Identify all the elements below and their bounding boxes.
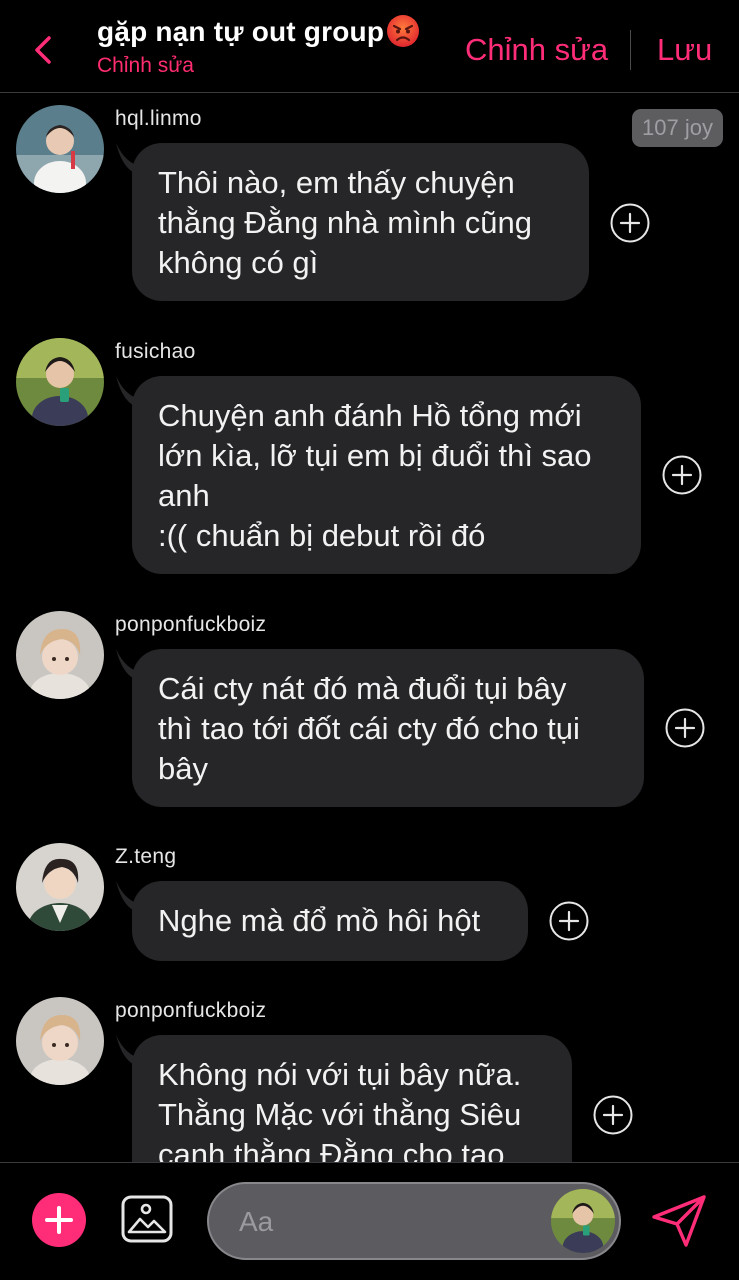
message-bubble[interactable]: Không nói với tụi bây nữa. Thằng Mặc với… [132, 1035, 572, 1162]
avatar-person-white-outfit-icon [16, 105, 104, 193]
username: ponponfuckboiz [115, 999, 267, 1022]
joy-count-badge: 107 joy [632, 109, 723, 147]
composer-avatar[interactable] [551, 1189, 615, 1253]
message-list[interactable]: 107 joy hql.linmo Thôi nào, em thấy chuy… [0, 93, 739, 1162]
avatar[interactable] [16, 105, 104, 193]
image-icon [121, 1195, 173, 1243]
avatar[interactable] [16, 338, 104, 426]
back-button[interactable] [26, 30, 62, 70]
page-title: gặp nạn tự out group [97, 14, 420, 48]
avatar-person-light-hair-icon [16, 997, 104, 1085]
chat-header: gặp nạn tự out group Chỉnh sửa Chỉnh sửa… [0, 0, 739, 92]
avatar[interactable] [16, 997, 104, 1085]
subtitle-edit-link[interactable]: Chỉnh sửa [97, 54, 420, 78]
plus-circle-icon[interactable] [665, 708, 705, 748]
avatar-person-light-hair-icon [16, 611, 104, 699]
save-button[interactable]: Lưu [657, 32, 712, 68]
image-button[interactable] [120, 1194, 174, 1244]
angry-face-icon [387, 15, 420, 47]
username: fusichao [115, 340, 196, 363]
chevron-left-icon [35, 36, 51, 64]
avatar-person-holding-drink-icon [16, 338, 104, 426]
plus-circle-icon[interactable] [610, 203, 650, 243]
header-separator [630, 30, 631, 70]
title-block: gặp nạn tự out group Chỉnh sửa [97, 14, 420, 78]
message-bubble[interactable]: Cái cty nát đó mà đuổi tụi bây thì tao t… [132, 649, 644, 807]
edit-button[interactable]: Chỉnh sửa [465, 32, 608, 68]
message-bubble[interactable]: Nghe mà đổ mồ hôi hột [132, 881, 528, 961]
plus-circle-icon[interactable] [549, 901, 589, 941]
plus-circle-icon[interactable] [593, 1095, 633, 1135]
avatar-person-green-jacket-icon [16, 843, 104, 931]
username: hql.linmo [115, 107, 202, 130]
username: ponponfuckboiz [115, 613, 267, 636]
send-button[interactable] [650, 1193, 708, 1249]
avatar[interactable] [16, 843, 104, 931]
composer-bar [0, 1163, 739, 1280]
message-bubble[interactable]: Chuyện anh đánh Hồ tổng mới lớn kìa, lỡ … [132, 376, 641, 574]
message-input[interactable] [237, 1184, 541, 1260]
avatar-person-holding-drink-icon [551, 1189, 615, 1253]
add-button[interactable] [32, 1193, 86, 1247]
plus-circle-icon[interactable] [662, 455, 702, 495]
username: Z.teng [115, 845, 177, 868]
avatar[interactable] [16, 611, 104, 699]
plus-icon [45, 1206, 73, 1234]
message-input-container[interactable] [207, 1182, 621, 1260]
message-bubble[interactable]: Thôi nào, em thấy chuyện thằng Đằng nhà … [132, 143, 589, 301]
send-icon [652, 1195, 706, 1247]
